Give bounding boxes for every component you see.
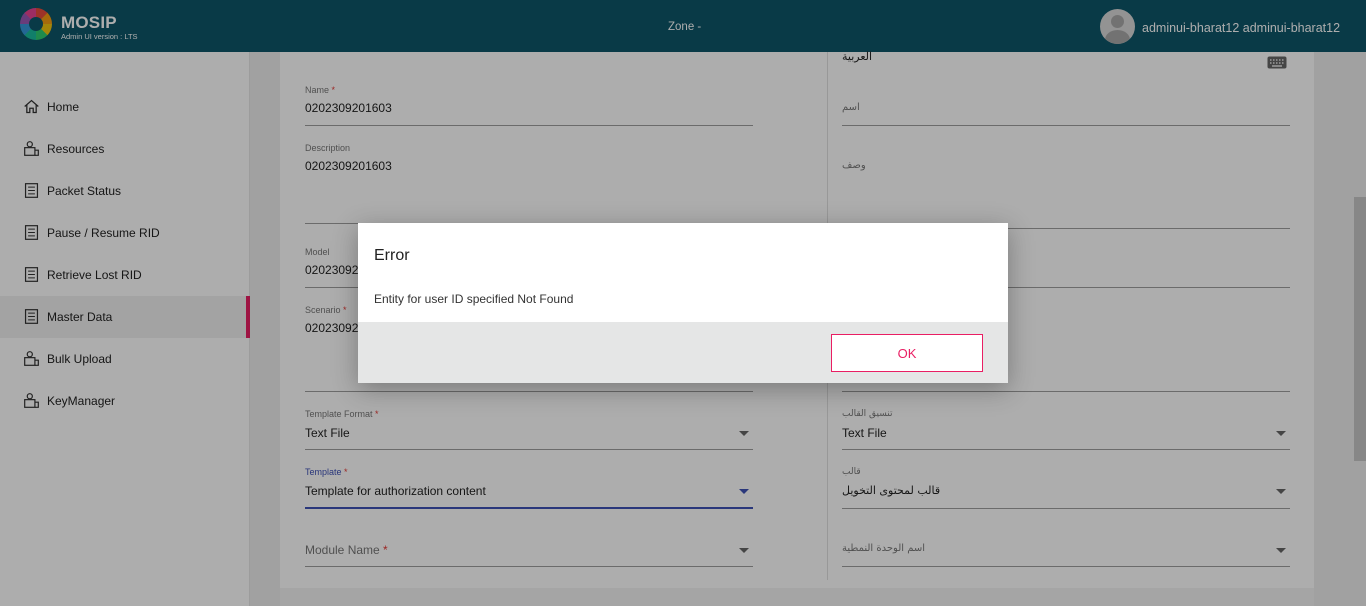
dialog-message: Entity for user ID specified Not Found [374,292,574,306]
error-dialog: Error Entity for user ID specified Not F… [358,223,1008,383]
dialog-title: Error [374,247,410,264]
dialog-footer: OK [358,322,1008,383]
ok-button[interactable]: OK [831,334,983,372]
